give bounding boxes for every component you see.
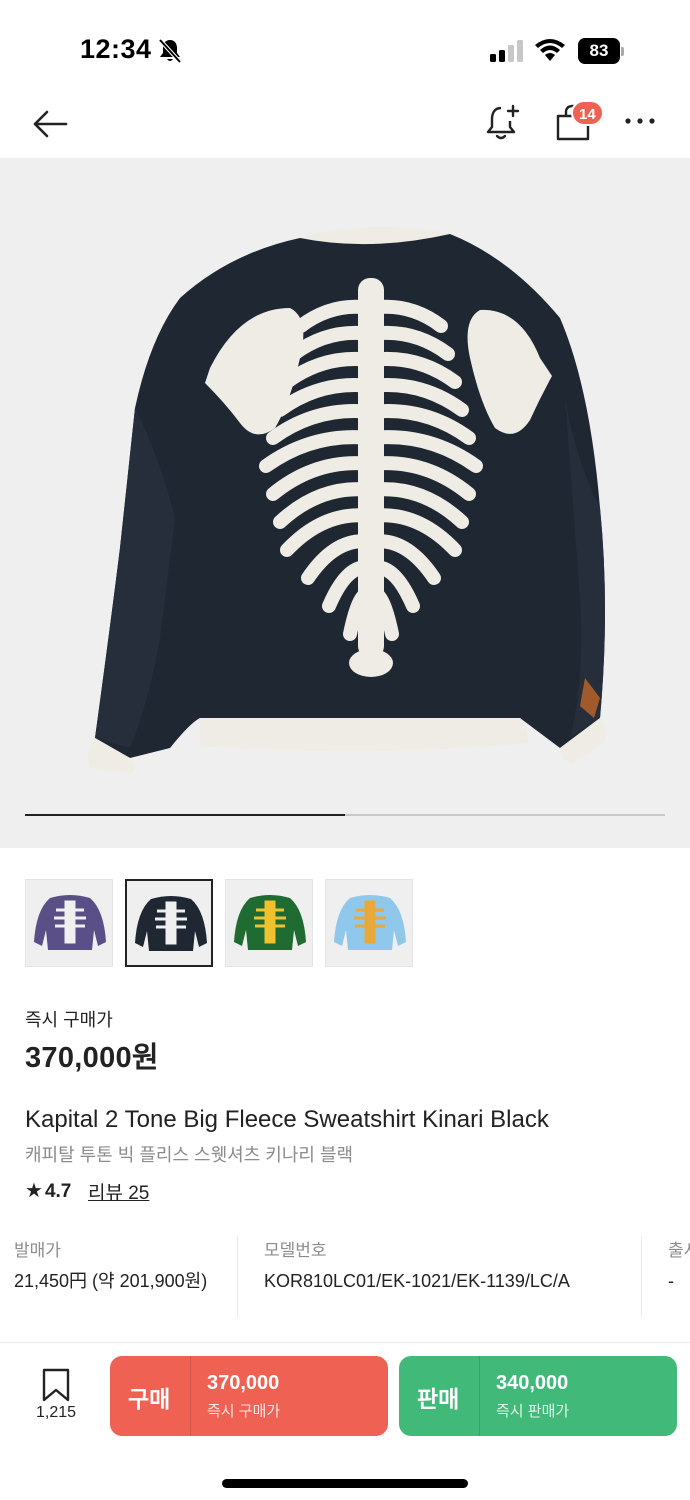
release-price-label: 발매가 bbox=[14, 1241, 61, 1260]
release-price: 발매가 21,450円 (약 201,900원) bbox=[14, 1236, 219, 1294]
battery-level: 83 bbox=[578, 38, 620, 64]
back-arrow-icon[interactable] bbox=[30, 104, 70, 144]
model-number-label: 모델번호 bbox=[264, 1241, 327, 1260]
sell-price: 340,000 bbox=[496, 1372, 569, 1394]
wifi-icon bbox=[535, 39, 565, 61]
buy-price: 370,000 bbox=[207, 1372, 280, 1394]
battery-icon: 83 bbox=[578, 38, 624, 64]
product-title: Kapital 2 Tone Big Fleece Sweatshirt Kin… bbox=[25, 1106, 549, 1133]
release-price-value: 21,450円 (약 201,900원) bbox=[14, 1271, 208, 1291]
release-date-label: 출시 bbox=[668, 1241, 690, 1260]
rating-score: 4.7 bbox=[44, 1181, 72, 1202]
product-image[interactable] bbox=[0, 158, 690, 848]
more-icon[interactable] bbox=[624, 106, 658, 136]
price-value: 370,000원 bbox=[25, 1042, 159, 1074]
wishlist-count: 1,215 bbox=[35, 1404, 77, 1421]
price-label: 즉시 구매가 bbox=[25, 1010, 113, 1030]
column-divider bbox=[237, 1236, 238, 1318]
thumbnail-1[interactable] bbox=[25, 879, 113, 967]
thumbnail-3[interactable] bbox=[225, 879, 313, 967]
gallery-progress-track bbox=[25, 814, 665, 816]
release-date-value: - bbox=[668, 1271, 674, 1291]
buy-sublabel: 즉시 구매가 bbox=[207, 1403, 281, 1420]
wishlist-button[interactable]: 1,215 bbox=[26, 1366, 86, 1436]
status-time: 12:34 bbox=[80, 34, 152, 64]
sell-button[interactable]: 판매 340,000 즉시 판매가 bbox=[399, 1356, 677, 1436]
bell-plus-icon[interactable] bbox=[484, 102, 522, 142]
buy-button[interactable]: 구매 370,000 즉시 구매가 bbox=[110, 1356, 388, 1436]
thumbnail-2[interactable] bbox=[125, 879, 213, 967]
star-icon: ★ bbox=[25, 1180, 43, 1202]
product-title-korean: 캐피탈 투톤 빅 플리스 스웻셔츠 키나리 블랙 bbox=[25, 1145, 354, 1165]
sweatshirt-image bbox=[87, 226, 607, 774]
home-indicator bbox=[222, 1479, 468, 1488]
status-bar: 12:34 83 bbox=[0, 0, 690, 96]
gallery-progress-fill bbox=[25, 814, 345, 816]
model-number: 모델번호 KOR810LC01/EK-1021/EK-1139/LC/A bbox=[264, 1236, 624, 1294]
sell-label: 판매 bbox=[417, 1386, 460, 1412]
thumbnail-4[interactable] bbox=[325, 879, 413, 967]
sell-sublabel: 즉시 판매가 bbox=[496, 1403, 570, 1420]
bookmark-icon bbox=[42, 1368, 70, 1402]
model-number-value: KOR810LC01/EK-1021/EK-1139/LC/A bbox=[264, 1271, 570, 1291]
buy-label: 구매 bbox=[128, 1386, 171, 1412]
thumbnail-strip bbox=[25, 879, 425, 967]
rating: ★ 4.7 bbox=[25, 1178, 71, 1202]
cart-badge: 14 bbox=[571, 100, 604, 126]
bell-slash-icon bbox=[158, 38, 182, 64]
cellular-signal-icon bbox=[490, 40, 523, 62]
column-divider bbox=[641, 1236, 642, 1318]
review-link[interactable]: 리뷰 25 bbox=[88, 1178, 149, 1205]
release-date: 출시 - bbox=[668, 1236, 690, 1294]
